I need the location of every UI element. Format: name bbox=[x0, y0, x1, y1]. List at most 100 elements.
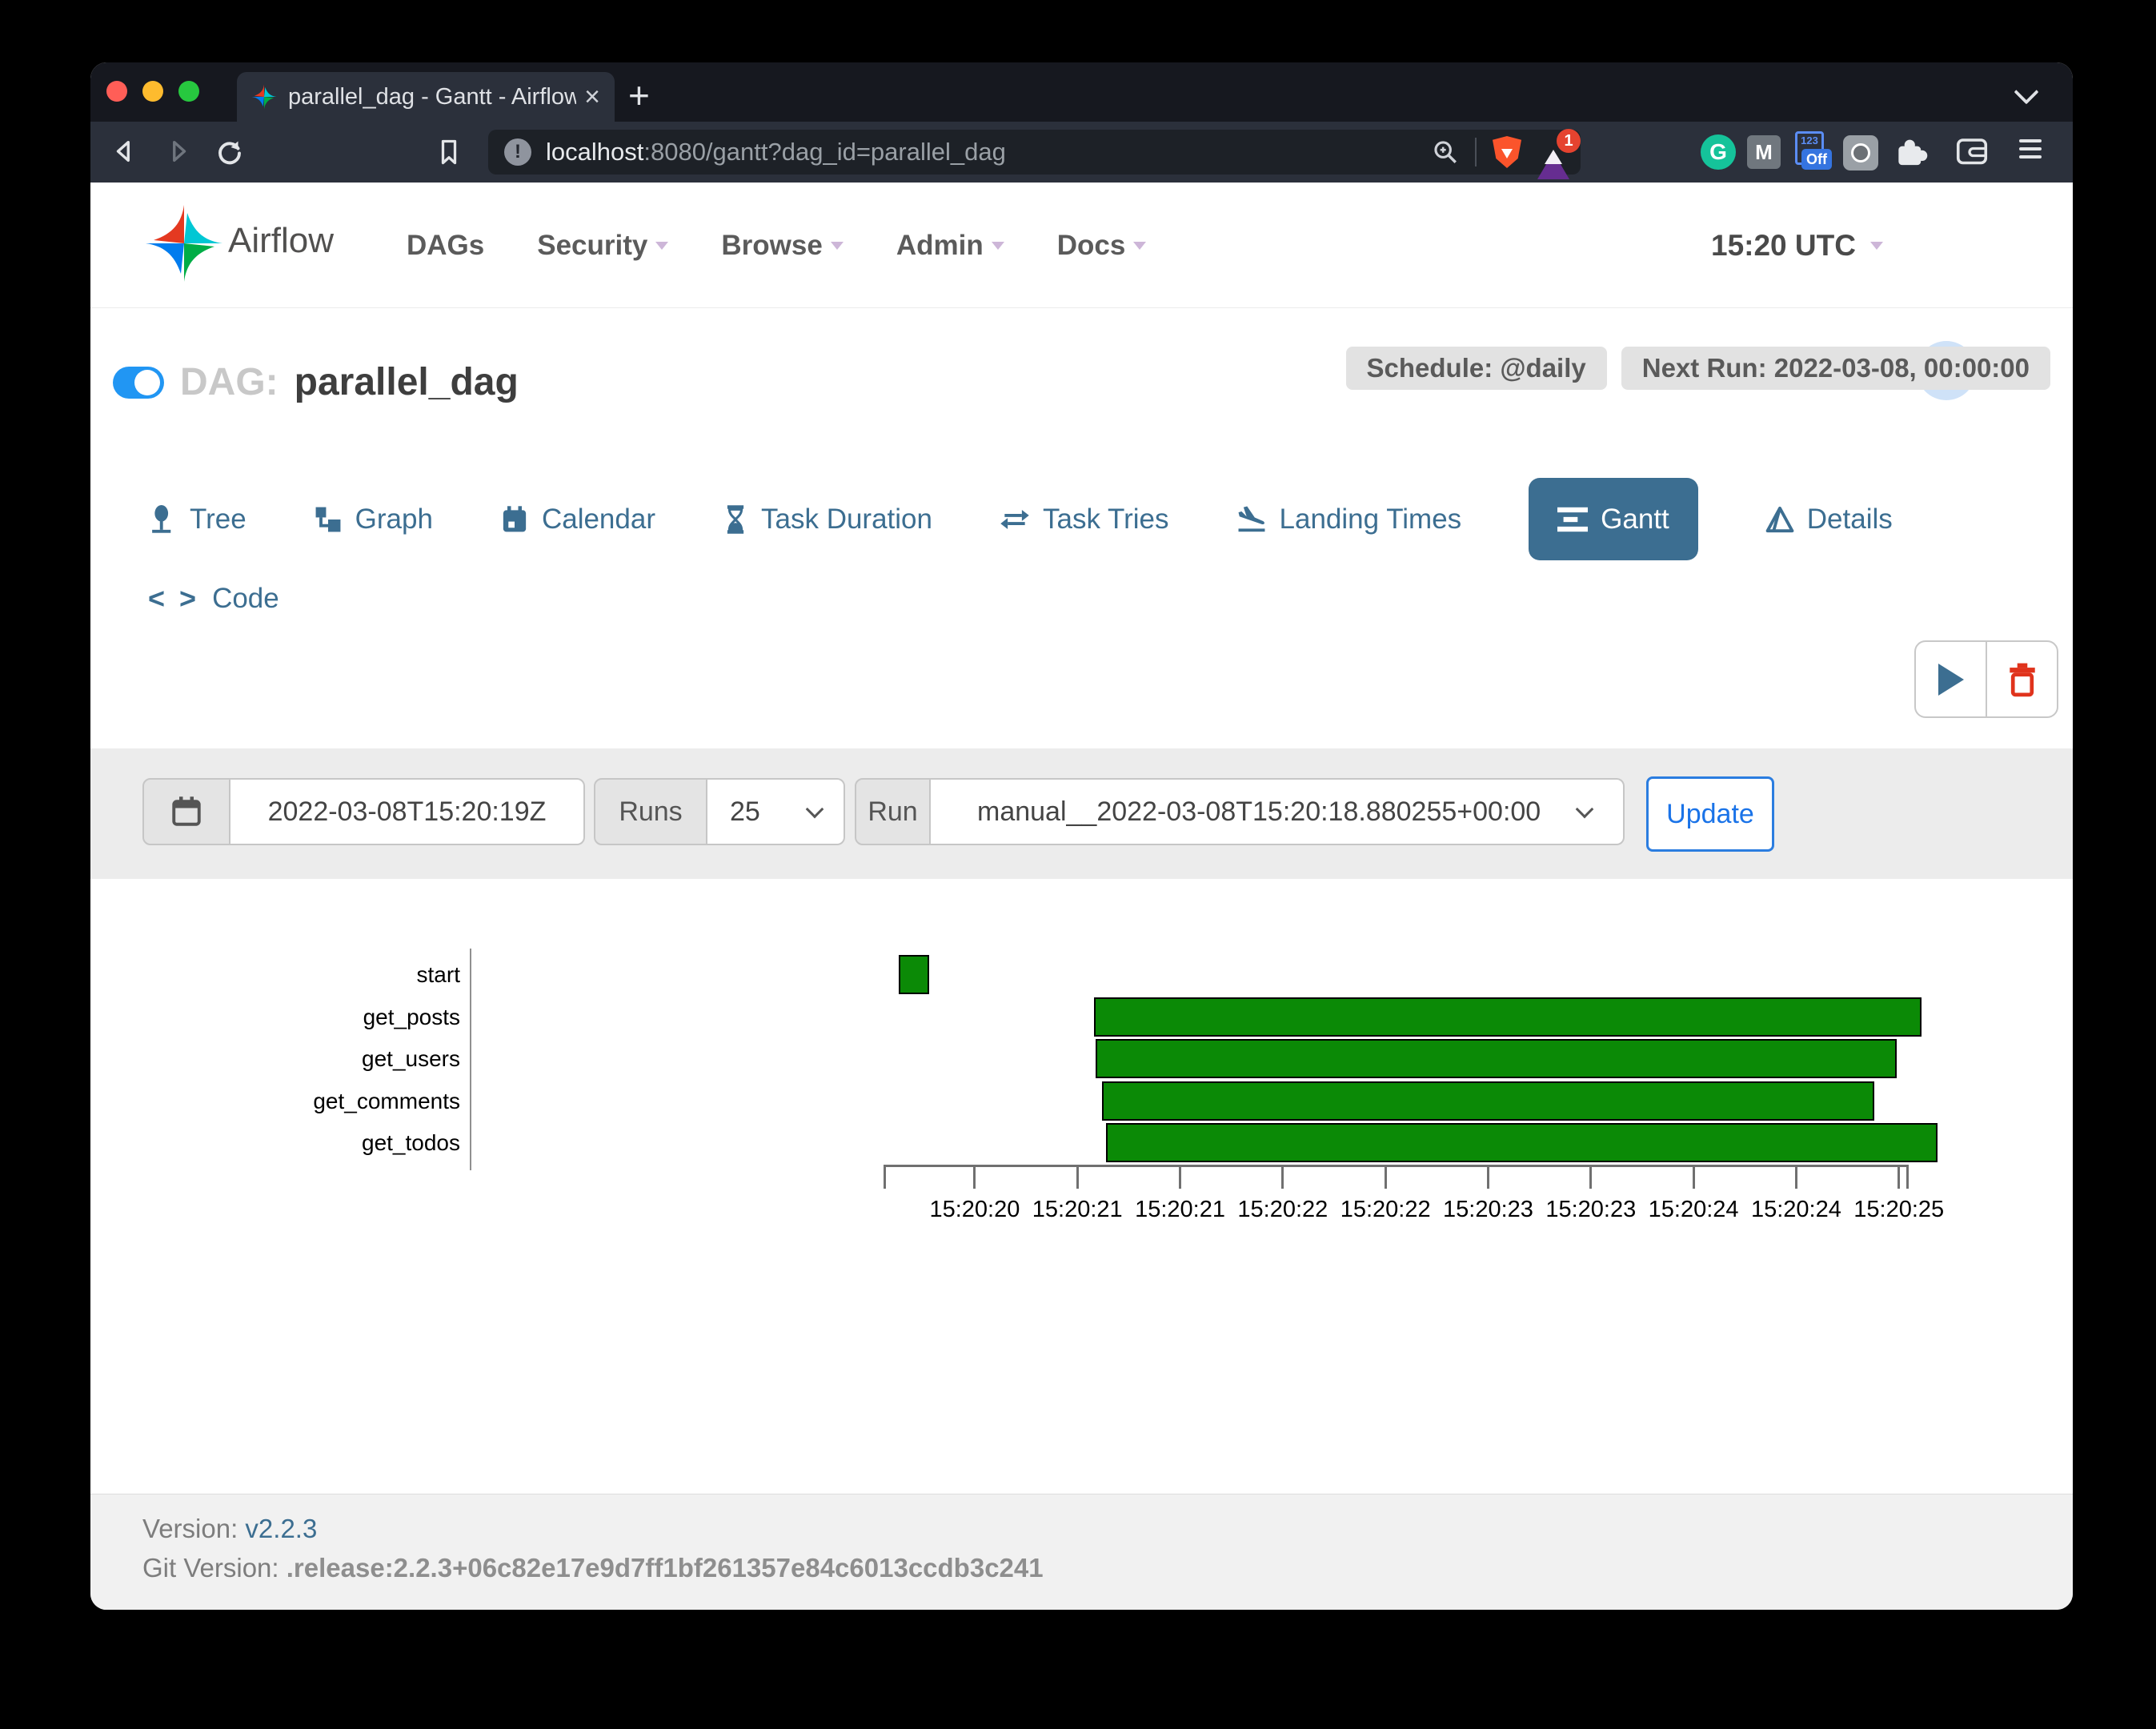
off-badge: Off bbox=[1801, 149, 1832, 170]
grammarly-extension-icon[interactable]: G bbox=[1701, 134, 1736, 170]
task-label-get_todos: get_todos bbox=[90, 1123, 460, 1162]
gantt-chart: startget_postsget_usersget_commentsget_t… bbox=[90, 949, 2073, 1229]
play-icon bbox=[1938, 664, 1964, 696]
url-host: localhost bbox=[546, 138, 643, 166]
tab-task-duration[interactable]: Task Duration bbox=[723, 503, 932, 536]
nav-item-browse[interactable]: Browse bbox=[721, 230, 843, 262]
chevron-down-icon bbox=[1576, 800, 1594, 819]
close-window-button[interactable] bbox=[106, 81, 127, 102]
brave-shields-icon[interactable] bbox=[1493, 136, 1521, 168]
axis-tick bbox=[1179, 1165, 1181, 1189]
zoom-window-button[interactable] bbox=[178, 81, 199, 102]
axis-tick bbox=[1693, 1165, 1695, 1189]
axis-tick bbox=[973, 1165, 976, 1189]
navbar-menu: DAGs Security Browse Admin Docs bbox=[407, 183, 1146, 308]
zoom-page-icon[interactable] bbox=[1432, 138, 1459, 166]
minimize-window-button[interactable] bbox=[142, 81, 163, 102]
run-select[interactable]: manual__2022-03-08T15:20:18.880255+00:00 bbox=[931, 778, 1625, 845]
axis-tick bbox=[1487, 1165, 1489, 1189]
task-bar-get_comments[interactable] bbox=[1102, 1081, 1874, 1121]
tab-tree[interactable]: Tree bbox=[148, 503, 246, 536]
utc-clock[interactable]: 15:20 UTC bbox=[1711, 229, 1856, 263]
graph-icon bbox=[314, 505, 343, 534]
run-label: Run bbox=[855, 778, 931, 845]
axis-tick bbox=[1906, 1165, 1909, 1189]
reload-icon[interactable] bbox=[215, 138, 244, 166]
delete-dag-button[interactable] bbox=[1986, 642, 2057, 716]
task-bar-start[interactable] bbox=[899, 955, 929, 994]
axis-tick bbox=[1076, 1165, 1079, 1189]
close-tab-icon[interactable]: × bbox=[584, 82, 600, 113]
chevron-down-icon bbox=[1133, 242, 1146, 250]
gantt-icon bbox=[1557, 506, 1588, 533]
axis-tick bbox=[1898, 1165, 1900, 1189]
runs-select[interactable]: 25 bbox=[707, 778, 845, 845]
forward-icon[interactable] bbox=[164, 138, 191, 165]
tab-landing-times[interactable]: Landing Times bbox=[1236, 503, 1462, 536]
dag-label: DAG: bbox=[180, 360, 279, 404]
chevron-down-icon bbox=[655, 242, 668, 250]
axis-tick bbox=[884, 1165, 886, 1189]
back-icon[interactable] bbox=[111, 138, 138, 165]
execution-date-input[interactable] bbox=[230, 778, 585, 845]
calendar-icon bbox=[170, 795, 203, 828]
airflow-brand[interactable]: Airflow bbox=[228, 221, 334, 261]
calendar-icon bbox=[500, 505, 529, 534]
browser-tabstrip: parallel_dag - Gantt - Airflow × + bbox=[90, 62, 2073, 122]
tab-details[interactable]: Details bbox=[1765, 503, 1893, 536]
tab-list-chevron-icon[interactable] bbox=[2014, 79, 2038, 104]
url-text: localhost:8080/gantt?dag_id=parallel_dag bbox=[546, 138, 1006, 166]
browser-tab[interactable]: parallel_dag - Gantt - Airflow × bbox=[237, 72, 615, 122]
filter-bar: Runs 25 Run manual__2022-03-08T15:20:18.… bbox=[90, 748, 2073, 879]
tab-graph[interactable]: Graph bbox=[314, 503, 433, 536]
dag-pause-toggle[interactable] bbox=[113, 367, 164, 399]
chevron-down-icon bbox=[806, 800, 824, 819]
plane-landing-icon bbox=[1236, 504, 1267, 535]
view-tabs-row1: Tree Graph Calendar Task Duration Task Tries… bbox=[148, 478, 1893, 560]
nav-item-docs[interactable]: Docs bbox=[1057, 230, 1147, 262]
menu-icon[interactable] bbox=[2019, 139, 2042, 158]
nav-item-dags[interactable]: DAGs bbox=[407, 230, 484, 262]
next-run-badge: Next Run: 2022-03-08, 00:00:00 bbox=[1621, 347, 2050, 390]
tab-calendar[interactable]: Calendar bbox=[500, 503, 655, 536]
version-link[interactable]: v2.2.3 bbox=[245, 1514, 317, 1543]
blocker-extension-icon[interactable]: 123 Off bbox=[1793, 131, 1830, 171]
task-bar-get_todos[interactable] bbox=[1106, 1123, 1938, 1162]
tab-title: parallel_dag - Gantt - Airflow bbox=[288, 84, 576, 110]
bookmark-icon[interactable] bbox=[435, 138, 463, 166]
git-version-label: Git Version: bbox=[142, 1553, 279, 1583]
gantt-axis-left-line bbox=[470, 949, 471, 1170]
gantt-time-axis bbox=[884, 1165, 1907, 1167]
footer: Version: v2.2.3 Git Version: .release:2.… bbox=[90, 1494, 2073, 1610]
runs-label: Runs bbox=[594, 778, 707, 845]
tab-code[interactable]: < >Code bbox=[148, 582, 279, 616]
chevron-down-icon bbox=[1870, 242, 1883, 250]
axis-tick bbox=[1795, 1165, 1797, 1189]
retry-icon bbox=[1000, 505, 1030, 534]
m-extension-icon[interactable]: M bbox=[1747, 135, 1781, 169]
axis-tick bbox=[1385, 1165, 1387, 1189]
update-button[interactable]: Update bbox=[1646, 776, 1774, 852]
task-bar-get_users[interactable] bbox=[1096, 1039, 1897, 1078]
wallet-icon[interactable] bbox=[1955, 136, 1989, 168]
address-bar[interactable]: ! localhost:8080/gantt?dag_id=parallel_d… bbox=[488, 130, 1581, 175]
puzzle-extensions-icon[interactable] bbox=[1893, 134, 1928, 170]
toolbar-divider bbox=[1475, 138, 1477, 166]
task-label-get_users: get_users bbox=[90, 1039, 460, 1078]
brave-rewards-icon[interactable]: 1 bbox=[1537, 138, 1569, 166]
trigger-dag-button[interactable] bbox=[1916, 642, 1986, 716]
chevron-down-icon bbox=[992, 242, 1004, 250]
calendar-addon bbox=[142, 778, 230, 845]
new-tab-button[interactable]: + bbox=[628, 74, 650, 117]
nav-item-security[interactable]: Security bbox=[537, 230, 668, 262]
airflow-logo[interactable] bbox=[144, 203, 224, 283]
site-info-icon[interactable]: ! bbox=[504, 138, 531, 166]
browser-window: parallel_dag - Gantt - Airflow × + ! bbox=[90, 62, 2073, 1610]
axis-tick bbox=[1281, 1165, 1284, 1189]
screenshot-extension-icon[interactable] bbox=[1843, 135, 1878, 170]
nav-item-admin[interactable]: Admin bbox=[896, 230, 1004, 262]
task-bar-get_posts[interactable] bbox=[1094, 997, 1922, 1037]
tab-gantt[interactable]: Gantt bbox=[1529, 478, 1698, 560]
tab-task-tries[interactable]: Task Tries bbox=[1000, 503, 1169, 536]
axis-tick-label: 15:20:25 bbox=[1819, 1197, 1979, 1223]
